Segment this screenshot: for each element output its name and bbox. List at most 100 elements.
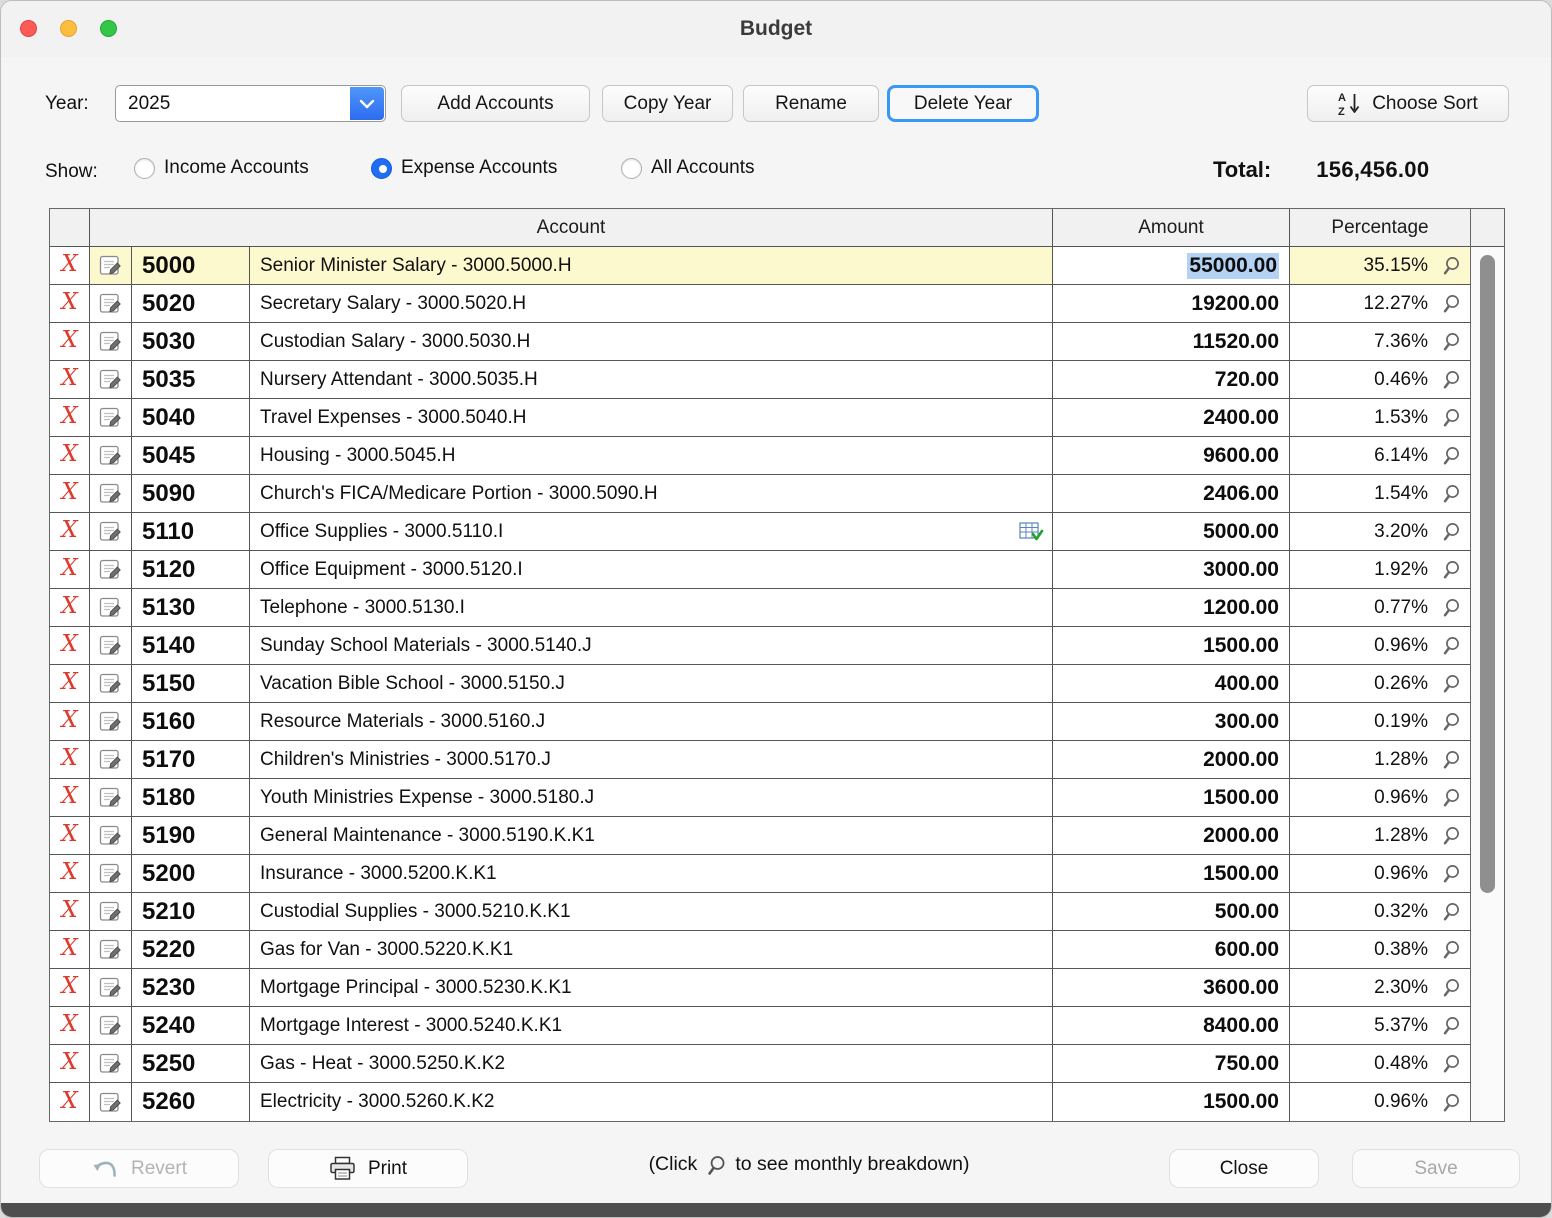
- delete-row-icon[interactable]: X: [61, 443, 77, 466]
- spreadsheet-schedule-icon[interactable]: [1019, 521, 1044, 543]
- delete-row-cell[interactable]: X: [50, 399, 90, 436]
- table-row[interactable]: X 5150 Vacation Bible School - 3000.5150…: [50, 665, 1470, 703]
- edit-account-cell[interactable]: [90, 893, 132, 930]
- account-name-cell[interactable]: Gas for Van - 3000.5220.K.K1: [250, 931, 1053, 968]
- edit-account-cell[interactable]: [90, 817, 132, 854]
- account-name-cell[interactable]: Custodian Salary - 3000.5030.H: [250, 323, 1053, 360]
- table-row[interactable]: X 5120 Office Equipment - 3000.5120.I 30…: [50, 551, 1470, 589]
- account-name-cell[interactable]: Gas - Heat - 3000.5250.K.K2: [250, 1045, 1053, 1082]
- table-row[interactable]: X 5035 Nursery Attendant - 3000.5035.H 7…: [50, 361, 1470, 399]
- account-name-cell[interactable]: Custodial Supplies - 3000.5210.K.K1: [250, 893, 1053, 930]
- magnifier-icon[interactable]: [1441, 597, 1462, 618]
- amount-cell[interactable]: 3000.00: [1053, 551, 1290, 588]
- amount-cell[interactable]: 750.00: [1053, 1045, 1290, 1082]
- amount-cell[interactable]: 600.00: [1053, 931, 1290, 968]
- account-name-cell[interactable]: Church's FICA/Medicare Portion - 3000.50…: [250, 475, 1053, 512]
- account-name-cell[interactable]: Travel Expenses - 3000.5040.H: [250, 399, 1053, 436]
- account-name-cell[interactable]: Children's Ministries - 3000.5170.J: [250, 741, 1053, 778]
- revert-button[interactable]: Revert: [39, 1149, 239, 1188]
- radio-icon[interactable]: [134, 158, 155, 179]
- table-row[interactable]: X 5210 Custodial Supplies - 3000.5210.K.…: [50, 893, 1470, 931]
- edit-account-icon[interactable]: [99, 520, 122, 543]
- delete-row-cell[interactable]: X: [50, 361, 90, 398]
- rename-button[interactable]: Rename: [743, 85, 879, 122]
- radio-income-accounts[interactable]: Income Accounts: [134, 157, 309, 179]
- choose-sort-button[interactable]: A Z Choose Sort: [1307, 85, 1509, 122]
- radio-icon[interactable]: [371, 158, 392, 179]
- table-row[interactable]: X 5090 Church's FICA/Medicare Portion - …: [50, 475, 1470, 513]
- delete-row-icon[interactable]: X: [61, 253, 77, 276]
- edit-account-icon[interactable]: [99, 406, 122, 429]
- amount-cell[interactable]: 3600.00: [1053, 969, 1290, 1006]
- account-name-cell[interactable]: Mortgage Interest - 3000.5240.K.K1: [250, 1007, 1053, 1044]
- magnifier-icon[interactable]: [1441, 1053, 1462, 1074]
- delete-row-cell[interactable]: X: [50, 931, 90, 968]
- save-button[interactable]: Save: [1352, 1149, 1520, 1188]
- delete-row-cell[interactable]: X: [50, 247, 90, 284]
- radio-all-accounts[interactable]: All Accounts: [621, 157, 755, 179]
- table-row[interactable]: X 5110 Office Supplies - 3000.5110.I: [50, 513, 1470, 551]
- edit-account-icon[interactable]: [99, 1052, 122, 1075]
- magnifier-icon[interactable]: [1441, 939, 1462, 960]
- amount-cell[interactable]: 1500.00: [1053, 779, 1290, 816]
- amount-cell[interactable]: 1200.00: [1053, 589, 1290, 626]
- table-row[interactable]: X 5130 Telephone - 3000.5130.I 1200.00 0…: [50, 589, 1470, 627]
- edit-account-cell[interactable]: [90, 475, 132, 512]
- magnifier-icon[interactable]: [1441, 407, 1462, 428]
- account-name-cell[interactable]: Telephone - 3000.5130.I: [250, 589, 1053, 626]
- delete-row-cell[interactable]: X: [50, 1007, 90, 1044]
- delete-row-icon[interactable]: X: [61, 519, 77, 542]
- amount-cell[interactable]: 720.00: [1053, 361, 1290, 398]
- edit-account-icon[interactable]: [99, 482, 122, 505]
- edit-account-icon[interactable]: [99, 938, 122, 961]
- table-row[interactable]: X 5030 Custodian Salary - 3000.5030.H 11…: [50, 323, 1470, 361]
- amount-cell[interactable]: 11520.00: [1053, 323, 1290, 360]
- delete-row-icon[interactable]: X: [61, 291, 77, 314]
- edit-account-cell[interactable]: [90, 589, 132, 626]
- delete-row-cell[interactable]: X: [50, 437, 90, 474]
- delete-row-cell[interactable]: X: [50, 285, 90, 322]
- edit-account-icon[interactable]: [99, 292, 122, 315]
- edit-account-icon[interactable]: [99, 368, 122, 391]
- delete-row-cell[interactable]: X: [50, 475, 90, 512]
- table-row[interactable]: X 5140 Sunday School Materials - 3000.51…: [50, 627, 1470, 665]
- delete-row-icon[interactable]: X: [61, 899, 77, 922]
- table-row[interactable]: X 5170 Children's Ministries - 3000.5170…: [50, 741, 1470, 779]
- account-name-cell[interactable]: Senior Minister Salary - 3000.5000.H: [250, 247, 1053, 284]
- edit-account-cell[interactable]: [90, 931, 132, 968]
- edit-account-icon[interactable]: [99, 254, 122, 277]
- magnifier-icon[interactable]: [1441, 293, 1462, 314]
- magnifier-icon[interactable]: [1441, 369, 1462, 390]
- amount-cell[interactable]: 55000.00: [1053, 247, 1290, 284]
- delete-row-icon[interactable]: X: [61, 861, 77, 884]
- amount-cell[interactable]: 2406.00: [1053, 475, 1290, 512]
- edit-account-icon[interactable]: [99, 558, 122, 581]
- magnifier-icon[interactable]: [1441, 749, 1462, 770]
- delete-row-cell[interactable]: X: [50, 817, 90, 854]
- delete-row-icon[interactable]: X: [61, 633, 77, 656]
- amount-cell[interactable]: 1500.00: [1053, 855, 1290, 892]
- delete-row-icon[interactable]: X: [61, 671, 77, 694]
- edit-account-cell[interactable]: [90, 969, 132, 1006]
- delete-row-icon[interactable]: X: [61, 937, 77, 960]
- delete-row-icon[interactable]: X: [61, 785, 77, 808]
- magnifier-icon[interactable]: [1441, 1092, 1462, 1113]
- account-name-cell[interactable]: Office Supplies - 3000.5110.I: [250, 513, 1053, 550]
- delete-row-icon[interactable]: X: [61, 329, 77, 352]
- account-name-cell[interactable]: Electricity - 3000.5260.K.K2: [250, 1083, 1053, 1121]
- magnifier-icon[interactable]: [1441, 559, 1462, 580]
- edit-account-cell[interactable]: [90, 285, 132, 322]
- edit-account-cell[interactable]: [90, 1007, 132, 1044]
- delete-row-icon[interactable]: X: [61, 557, 77, 580]
- delete-row-cell[interactable]: X: [50, 1045, 90, 1082]
- table-row[interactable]: X 5250 Gas - Heat - 3000.5250.K.K2 750.0…: [50, 1045, 1470, 1083]
- edit-account-cell[interactable]: [90, 741, 132, 778]
- delete-row-cell[interactable]: X: [50, 741, 90, 778]
- print-button[interactable]: Print: [268, 1149, 468, 1188]
- table-row[interactable]: X 5160 Resource Materials - 3000.5160.J …: [50, 703, 1470, 741]
- delete-row-cell[interactable]: X: [50, 589, 90, 626]
- table-row[interactable]: X 5040 Travel Expenses - 3000.5040.H 240…: [50, 399, 1470, 437]
- vertical-scrollbar[interactable]: [1471, 208, 1505, 1122]
- edit-account-cell[interactable]: [90, 513, 132, 550]
- amount-cell[interactable]: 1500.00: [1053, 627, 1290, 664]
